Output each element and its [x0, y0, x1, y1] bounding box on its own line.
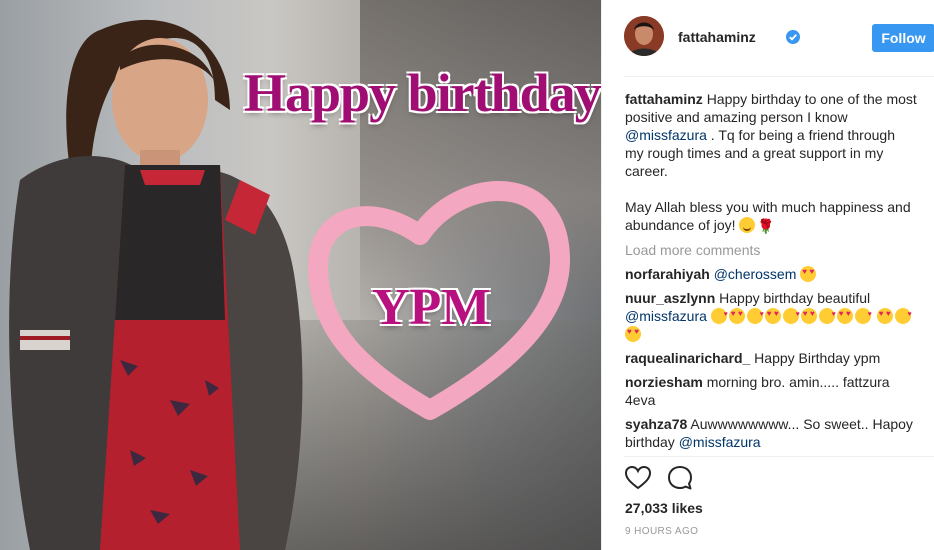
overlay-title: Happy birthday — [244, 63, 601, 123]
avatar[interactable] — [624, 16, 664, 56]
comments-divider — [624, 456, 934, 457]
rose-emoji-icon: 🌹 — [757, 218, 775, 234]
comment-item: norziesham morning bro. amin..... fattzu… — [625, 373, 917, 409]
heart-eyes-emoji-icon — [625, 326, 641, 342]
caption-username[interactable]: fattahaminz — [625, 91, 703, 107]
post-sidebar: fattahaminz Follow fattahaminz Happy bir… — [601, 0, 934, 550]
heart-eyes-emoji-icon — [836, 308, 853, 324]
comment-mention[interactable]: @cherossem — [714, 266, 797, 282]
post-header: fattahaminz Follow — [624, 16, 934, 60]
heart-eyes-emoji-icon — [764, 308, 781, 324]
header-divider — [624, 76, 934, 77]
kiss-emoji-icon — [894, 306, 912, 324]
comment-mention[interactable]: @missfazura — [625, 308, 707, 324]
caption-mention[interactable]: @missfazura — [625, 127, 707, 143]
kiss-emoji-icon — [710, 306, 728, 324]
avatar-image — [624, 16, 664, 56]
heart-eyes-emoji-icon — [876, 308, 893, 324]
heart-eyes-emoji-icon — [728, 308, 745, 324]
comment-item: syahza78 Auwwwwwwww... So sweet.. Hapoy … — [625, 415, 917, 451]
kiss-emoji-icon — [782, 306, 800, 324]
load-more-comments-link[interactable]: Load more comments — [625, 241, 917, 259]
heart-eyes-emoji-icon — [800, 308, 817, 324]
post-caption: fattahaminz Happy birthday to one of the… — [625, 90, 917, 235]
comment-text: Happy birthday beautiful — [719, 290, 871, 306]
comment-bubble-icon[interactable] — [666, 464, 694, 492]
comment-item: nuur_aszlynn Happy birthday beautiful @m… — [625, 289, 917, 343]
comment-text: Happy Birthday ypm — [754, 350, 881, 366]
comment-username[interactable]: raquealinarichard_ — [625, 350, 750, 366]
kiss-emoji-icon — [746, 306, 764, 324]
kiss-emoji-icon — [854, 306, 872, 324]
kiss-emoji-icon — [818, 306, 836, 324]
post-username[interactable]: fattahaminz — [678, 29, 756, 45]
comment-mention[interactable]: @missfazura — [679, 434, 761, 450]
comment-username[interactable]: syahza78 — [625, 416, 687, 432]
comment-username[interactable]: nuur_aszlynn — [625, 290, 715, 306]
follow-button[interactable]: Follow — [872, 24, 934, 52]
like-heart-icon[interactable] — [624, 464, 652, 492]
smile-emoji-icon — [739, 217, 756, 233]
heart-eyes-emoji-icon — [800, 266, 817, 282]
comments-list[interactable]: fattahaminz Happy birthday to one of the… — [625, 90, 917, 456]
comment-item: raquealinarichard_ Happy Birthday ypm — [625, 349, 917, 367]
comment-item: norfarahiyah @cherossem — [625, 265, 917, 283]
comment-username[interactable]: norfarahiyah — [625, 266, 710, 282]
verified-badge-icon — [786, 30, 800, 44]
post-image[interactable]: Happy birthday YPM — [0, 0, 601, 550]
overlay-heart-text: YPM — [372, 279, 491, 336]
likes-count[interactable]: 27,033 likes — [625, 500, 703, 516]
post-timestamp: 9 HOURS AGO — [625, 526, 699, 537]
comment-username[interactable]: norziesham — [625, 374, 703, 390]
